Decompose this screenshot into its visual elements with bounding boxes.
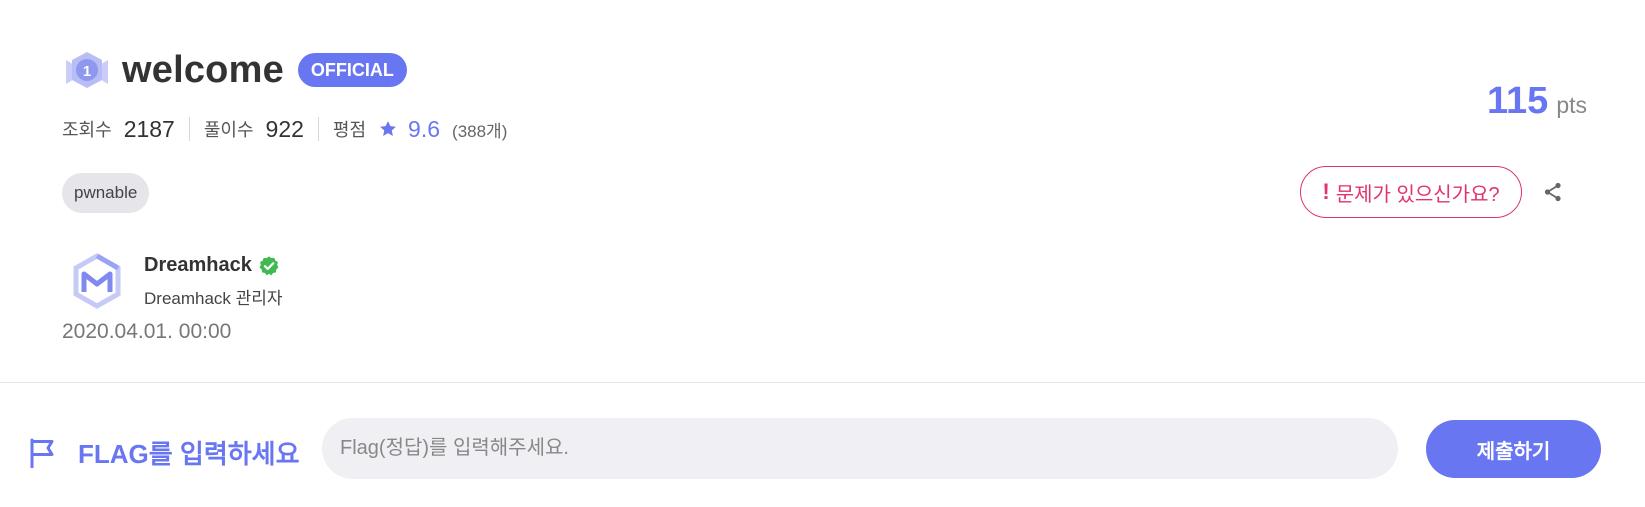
tag-pwnable[interactable]: pwnable	[62, 173, 150, 213]
points-unit: pts	[1556, 92, 1587, 118]
dreamhack-logo	[73, 253, 121, 309]
rating-label: 평점	[332, 120, 367, 140]
author-info: Dreamhack Dreamhack 관리자	[144, 252, 283, 309]
star-icon	[380, 121, 396, 136]
rating-count: (388개)	[452, 121, 508, 141]
verified-check-icon	[259, 255, 279, 275]
official-badge: OFFICIAL	[297, 53, 407, 87]
stat-divider	[317, 117, 319, 141]
flag-icon	[30, 438, 54, 468]
report-issue-button[interactable]: ! 문제가 있으신가요?	[1300, 166, 1522, 218]
challenge-page: 1 welcome OFFICIAL 조회수 2187 풀이수 922 평점 9…	[0, 0, 1645, 507]
challenge-header: 1 welcome OFFICIAL	[62, 48, 407, 92]
rating-value: 9.6	[408, 115, 441, 142]
level-badge-icon: 1	[66, 52, 108, 88]
author-name[interactable]: Dreamhack	[144, 254, 252, 277]
submit-flag-button[interactable]: 제출하기	[1426, 420, 1601, 478]
challenge-points: 115 pts	[1487, 80, 1587, 123]
views-label: 조회수	[62, 120, 112, 140]
exclamation-icon: !	[1322, 179, 1330, 204]
stat-divider	[188, 117, 190, 141]
author-card[interactable]: Dreamhack Dreamhack 관리자	[70, 252, 283, 310]
share-icon[interactable]	[1541, 180, 1565, 204]
views-count: 2187	[123, 115, 175, 142]
report-issue-label: 문제가 있으신가요?	[1335, 183, 1500, 206]
published-date: 2020.04.01. 00:00	[62, 320, 232, 343]
flag-label: FLAG를 입력하세요	[78, 439, 300, 469]
flag-input[interactable]	[322, 418, 1398, 479]
author-role: Dreamhack 관리자	[144, 289, 283, 308]
solves-label: 풀이수	[203, 120, 254, 140]
flag-label-group: FLAG를 입력하세요	[28, 434, 300, 471]
solves-count: 922	[265, 115, 304, 142]
section-divider	[0, 382, 1645, 383]
challenge-stats: 조회수 2187 풀이수 922 평점 9.6 (388개)	[62, 115, 507, 143]
challenge-title: welcome	[122, 48, 284, 91]
points-value: 115	[1487, 80, 1549, 122]
author-name-row: Dreamhack	[144, 254, 283, 277]
svg-text:1: 1	[83, 63, 91, 80]
